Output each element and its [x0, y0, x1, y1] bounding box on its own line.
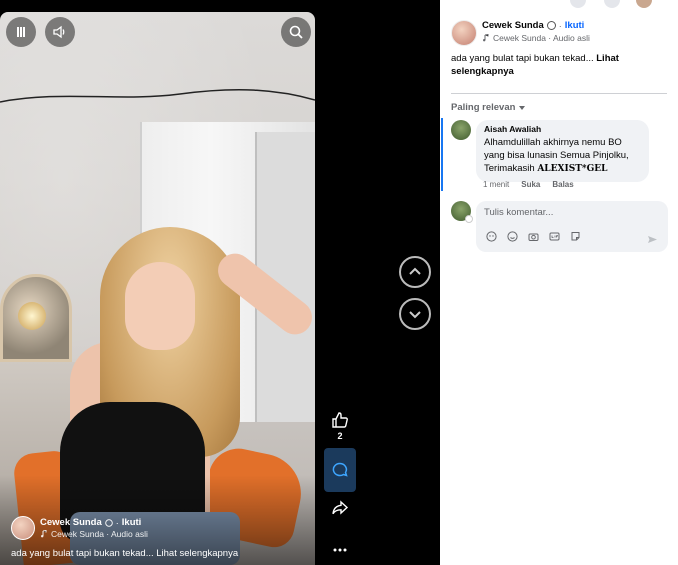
comment-sort-dropdown[interactable]: Paling relevan — [451, 102, 526, 113]
gif-icon — [549, 232, 560, 241]
avatar-sticker-icon — [486, 231, 497, 242]
camera-button[interactable] — [528, 231, 539, 242]
music-note-icon — [41, 530, 47, 538]
emoji-icon — [507, 231, 518, 242]
sort-label: Paling relevan — [451, 102, 516, 113]
comment-time[interactable]: 1 menit — [483, 180, 509, 189]
avatar[interactable] — [11, 516, 35, 540]
video-follow-button[interactable]: Ikuti — [122, 517, 142, 528]
comment-input[interactable]: Tulis komentar... — [484, 207, 553, 218]
thumbs-up-icon — [332, 412, 348, 428]
comment-item: Aisah Awaliah Alhamdulillah akhirnya nem… — [451, 120, 649, 182]
emoji-button[interactable] — [507, 231, 518, 242]
separator-dot: · — [115, 517, 119, 528]
post-audio-label[interactable]: Cewek Sunda · Audio asli — [493, 33, 590, 43]
comment-like-button[interactable]: Suka — [521, 180, 540, 189]
avatar[interactable] — [451, 20, 477, 46]
sticker-icon — [571, 232, 580, 241]
camera-icon — [528, 233, 539, 241]
comment-thread-line — [441, 118, 443, 191]
video-caption: ada yang bulat tapi bukan tekad... Lihat… — [11, 548, 238, 559]
music-note-icon — [483, 34, 489, 42]
search-button[interactable] — [281, 17, 311, 47]
chevron-down-icon — [409, 311, 421, 319]
pause-icon — [17, 27, 25, 37]
video-caption-text: ada yang bulat tapi bukan tekad... — [11, 548, 154, 559]
profile-icon[interactable] — [636, 0, 652, 8]
comment-highlight: ALEXIST*GEL — [537, 164, 608, 174]
share-action[interactable] — [324, 499, 356, 517]
chevron-up-icon — [409, 267, 421, 275]
comment-text: Alhamdulillah akhirnya nemu BO yang bisa… — [484, 136, 641, 176]
share-icon — [332, 500, 349, 515]
comment-author[interactable]: Aisah Awaliah — [484, 124, 641, 134]
like-action[interactable]: 2 — [324, 411, 356, 441]
video-author-info: Cewek Sunda · Ikuti Cewek Sunda · Audio … — [11, 516, 311, 540]
avatar[interactable] — [451, 201, 473, 223]
send-button[interactable] — [647, 232, 658, 243]
pause-button[interactable] — [6, 17, 36, 47]
person-face — [125, 262, 195, 350]
gif-button[interactable] — [549, 231, 560, 242]
comment-input-box[interactable]: Tulis komentar... — [476, 201, 668, 252]
comment-reply-button[interactable]: Balas — [552, 180, 573, 189]
more-action[interactable] — [324, 541, 356, 559]
composer-tools — [486, 231, 581, 242]
sticker-button[interactable] — [570, 231, 581, 242]
globe-icon — [546, 21, 556, 30]
video-see-more-link[interactable]: Lihat selengkapnya — [156, 548, 238, 559]
follow-button[interactable]: Ikuti — [565, 20, 585, 31]
like-count: 2 — [337, 431, 343, 441]
video-author-name[interactable]: Cewek Sunda — [40, 517, 102, 528]
next-video-button[interactable] — [399, 298, 431, 330]
comment-action[interactable] — [324, 448, 356, 492]
previous-video-button[interactable] — [399, 256, 431, 288]
avatar[interactable] — [451, 120, 471, 140]
comment-meta: 1 menit Suka Balas — [483, 180, 574, 189]
send-icon — [648, 236, 657, 243]
search-icon — [289, 25, 303, 39]
comment-icon — [332, 462, 348, 477]
video-audio-label[interactable]: Cewek Sunda · Audio asli — [51, 529, 148, 539]
comment-composer: Tulis komentar... — [451, 201, 668, 252]
video-player[interactable] — [0, 12, 315, 565]
globe-icon — [105, 518, 113, 527]
post-header: Cewek Sunda · Ikuti Cewek Sunda · Audio … — [451, 20, 590, 46]
comment-bubble: Aisah Awaliah Alhamdulillah akhirnya nem… — [476, 120, 649, 182]
avatar-sticker-button[interactable] — [486, 231, 497, 242]
more-icon — [333, 548, 347, 552]
wall-cable — [0, 89, 315, 103]
post-caption-text: ada yang bulat tapi bukan tekad... — [451, 53, 594, 64]
lamp — [18, 302, 46, 330]
caret-down-icon — [519, 105, 526, 110]
post-caption: ada yang bulat tapi bukan tekad... Lihat… — [451, 52, 666, 78]
top-icon[interactable] — [604, 0, 620, 8]
top-icons-strip — [440, 0, 678, 8]
divider — [451, 93, 667, 94]
top-icon[interactable] — [570, 0, 586, 8]
volume-icon — [53, 25, 65, 39]
post-author-name[interactable]: Cewek Sunda — [482, 20, 544, 31]
separator-dot: · — [558, 20, 562, 31]
avatar-badge — [465, 215, 473, 223]
comments-panel: Cewek Sunda · Ikuti Cewek Sunda · Audio … — [440, 0, 678, 565]
volume-button[interactable] — [45, 17, 75, 47]
